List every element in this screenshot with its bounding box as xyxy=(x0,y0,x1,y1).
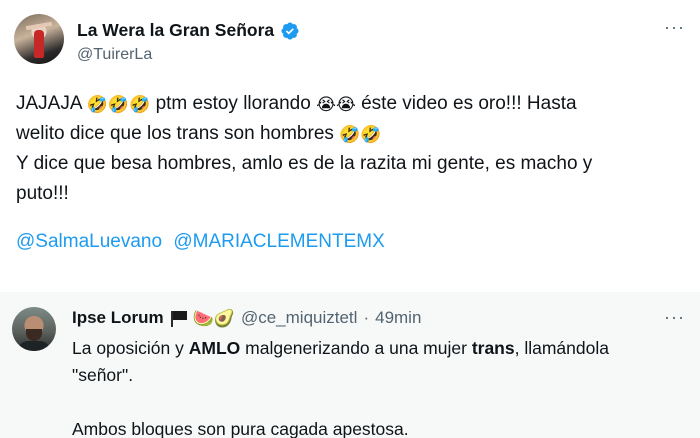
tweet-text-line-1: JAJAJA 🤣🤣🤣 ptm estoy llorando 😭😭 éste vi… xyxy=(16,89,686,119)
quoted-text-line-1: La oposición y AMLO malgenerizando a una… xyxy=(72,335,682,362)
tweet-text: JAJAJA 🤣🤣🤣 ptm estoy llorando 😭😭 éste vi… xyxy=(16,89,686,209)
quoted-text-line-3: Ambos bloques son pura cagada apestosa. xyxy=(72,419,409,438)
tweet-text-line-4: puto!!! xyxy=(16,183,69,204)
flag-cloth xyxy=(172,311,187,320)
quoted-author-name[interactable]: Ipse Lorum xyxy=(72,308,164,328)
quoted-author-row: Ipse Lorum 🍉🥑 @ce_miquiztetl · 49min xyxy=(72,308,421,328)
timestamp[interactable]: 49min xyxy=(375,308,421,328)
avatar[interactable] xyxy=(12,307,56,351)
bold-text-segment: AMLO xyxy=(188,338,241,358)
tweet-text-segment: ptm estoy llorando xyxy=(155,93,311,114)
main-tweet[interactable]: La Wera la Gran Señora @TuirerLa ··· JAJ… xyxy=(0,0,700,292)
rofl-emoji-icon: 🤣🤣🤣 xyxy=(86,95,151,114)
avatar-figure-arms xyxy=(25,21,53,31)
verified-badge-icon xyxy=(281,21,299,40)
mentions: @SalmaLuevano @MARIACLEMENTEMX xyxy=(16,231,391,253)
author-display-name[interactable]: La Wera la Gran Señora xyxy=(77,20,274,41)
quoted-author-handle[interactable]: @ce_miquiztetl xyxy=(241,308,357,328)
quoted-tweet[interactable]: Ipse Lorum 🍉🥑 @ce_miquiztetl · 49min ···… xyxy=(0,292,700,438)
mention-link[interactable]: @MARIACLEMENTEMX xyxy=(173,231,384,252)
tweet-text-segment: JAJAJA xyxy=(16,93,82,114)
watermelon-avocado-emoji-icon: 🍉🥑 xyxy=(192,308,235,328)
tweet-text-segment: éste video es oro!!! Hasta xyxy=(361,93,577,114)
tweet-text-line-2: welito dice que los trans son hombres 🤣🤣 xyxy=(16,119,686,149)
avatar-shirt xyxy=(18,341,50,351)
tweet-text-line-3: Y dice que besa hombres, amlo es de la r… xyxy=(16,153,593,174)
quoted-tweet-text: La oposición y AMLO malgenerizando a una… xyxy=(72,335,682,438)
black-flag-icon xyxy=(170,311,187,327)
more-options-icon[interactable]: ··· xyxy=(664,308,685,326)
text-segment: , llamándola xyxy=(514,338,609,358)
bold-text-segment: trans xyxy=(471,338,515,358)
author-handle[interactable]: @TuirerLa xyxy=(77,46,152,64)
text-segment: malgenerizando a una mujer xyxy=(240,338,472,358)
quoted-text-line-2: "señor". xyxy=(72,365,134,385)
tweet-text-segment: welito dice que los trans son hombres xyxy=(16,123,334,144)
avatar-beard xyxy=(26,329,42,341)
mention-link[interactable]: @SalmaLuevano xyxy=(16,231,162,252)
more-options-icon[interactable]: ··· xyxy=(664,18,685,36)
author-name-row[interactable]: La Wera la Gran Señora xyxy=(77,20,300,41)
text-segment: La oposición y xyxy=(72,338,189,358)
crying-emoji-icon: 😭😭 xyxy=(316,95,356,114)
avatar-figure-body xyxy=(34,30,44,58)
rofl-emoji-icon: 🤣🤣 xyxy=(339,125,382,144)
avatar[interactable] xyxy=(14,14,64,64)
separator-dot: · xyxy=(363,308,370,327)
